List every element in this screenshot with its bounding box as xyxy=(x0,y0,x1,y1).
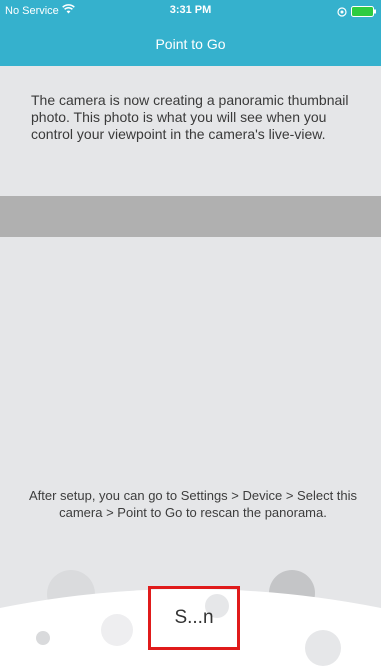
scan-button-label: S...n xyxy=(174,607,214,628)
decor-bubble xyxy=(101,614,133,646)
intro-text: The camera is now creating a panoramic t… xyxy=(31,92,349,142)
clock: 3:31 PM xyxy=(169,4,212,16)
page-title: Point to Go xyxy=(155,36,226,52)
nav-bar: Point to Go xyxy=(0,22,381,66)
decor-bubble xyxy=(305,630,341,666)
battery-icon xyxy=(351,4,377,22)
status-bar: No Service 3:31 PM xyxy=(0,0,381,22)
status-right xyxy=(337,4,377,22)
panorama-thumbnail xyxy=(0,196,381,237)
scan-button[interactable]: S...n xyxy=(148,586,240,650)
location-icon xyxy=(337,4,347,22)
decor-bubble xyxy=(36,631,50,645)
rescan-hint: After setup, you can go to Settings > De… xyxy=(28,488,358,520)
